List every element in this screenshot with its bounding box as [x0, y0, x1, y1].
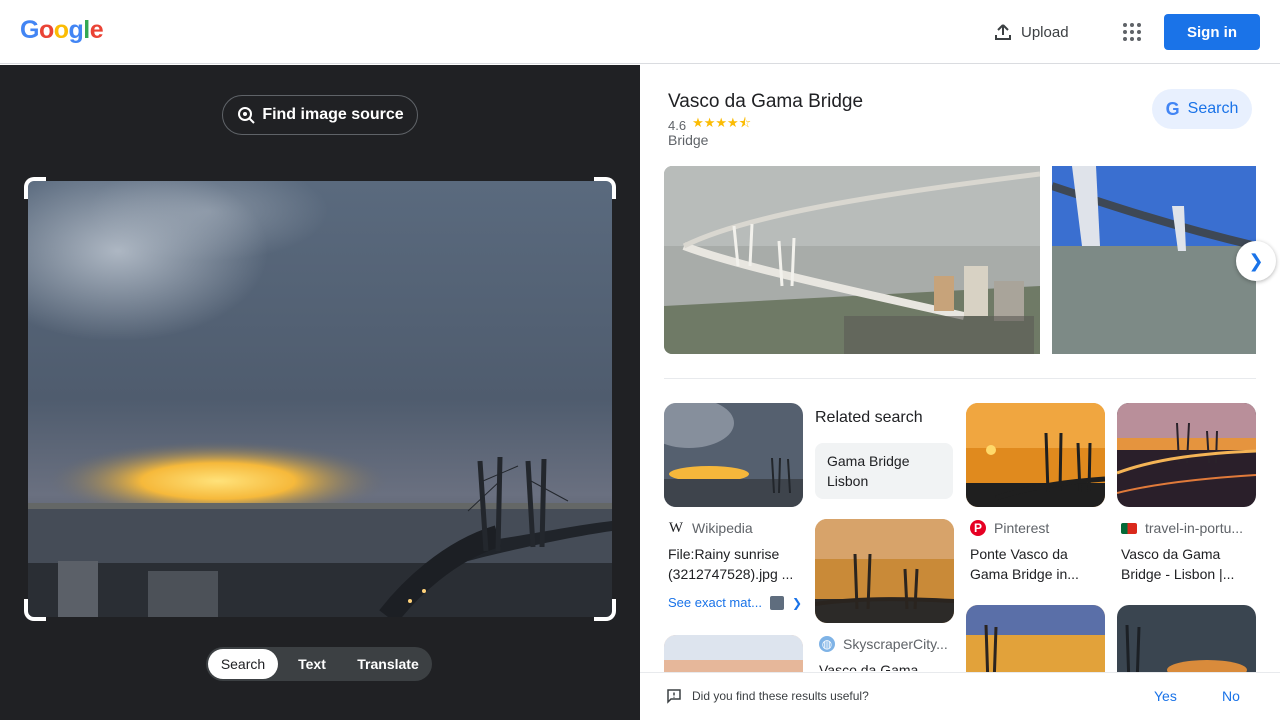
- google-search-button[interactable]: G Search: [1152, 89, 1252, 129]
- find-image-source-label: Find image source: [262, 106, 404, 123]
- lens-image-pane: Find image source Search Text Translate: [0, 65, 640, 720]
- next-images-button[interactable]: ❯: [1236, 241, 1276, 281]
- entity-title[interactable]: Vasco da Gama Bridge: [668, 91, 863, 113]
- result-caption-3[interactable]: Ponte Vasco da Gama Bridge in...: [970, 544, 1105, 584]
- result-image-3[interactable]: [966, 403, 1105, 507]
- google-search-label: Search: [1187, 100, 1239, 117]
- skyscrapercity-icon: ◍: [819, 636, 835, 652]
- feedback-yes-button[interactable]: Yes: [1154, 688, 1177, 704]
- sign-in-button[interactable]: Sign in: [1164, 14, 1260, 50]
- upload-label: Upload: [1021, 23, 1069, 41]
- result-source-name: SkyscraperCity...: [843, 636, 948, 652]
- crop-handle-top-left[interactable]: [24, 177, 46, 199]
- chevron-right-icon: ❯: [1248, 250, 1264, 271]
- portugal-flag-icon: [1121, 522, 1137, 534]
- related-search-title: Related search: [815, 409, 923, 426]
- lens-mode-switcher: Search Text Translate: [206, 647, 432, 681]
- result-source-3[interactable]: P Pinterest: [970, 520, 1100, 536]
- wikipedia-icon: W: [668, 520, 684, 536]
- see-exact-matches-label: See exact mat...: [668, 595, 762, 610]
- related-search-chip[interactable]: Gama Bridge Lisbon: [815, 443, 953, 499]
- entity-type: Bridge: [668, 132, 709, 148]
- entity-image-aerial[interactable]: [664, 166, 1040, 354]
- feedback-question: Did you find these results useful?: [666, 688, 869, 704]
- result-image-4[interactable]: [1117, 403, 1256, 507]
- result-source-name: travel-in-portu...: [1145, 520, 1244, 536]
- find-image-source-button[interactable]: Find image source: [222, 95, 418, 135]
- crop-selection[interactable]: [24, 177, 616, 621]
- pinterest-icon: P: [970, 520, 986, 536]
- google-g-icon: G: [1165, 98, 1180, 119]
- query-image: [28, 181, 612, 617]
- feedback-bar: Did you find these results useful? Yes N…: [640, 672, 1280, 720]
- feedback-icon: [667, 689, 681, 704]
- result-caption-1[interactable]: File:Rainy sunrise (3212747528).jpg ...: [668, 544, 803, 584]
- exact-match-thumbnail: [769, 595, 784, 610]
- mode-translate-tab[interactable]: Translate: [346, 649, 430, 679]
- google-logo[interactable]: Google: [20, 16, 104, 45]
- crop-handle-bottom-right[interactable]: [594, 599, 616, 621]
- result-source-2[interactable]: ◍ SkyscraperCity...: [819, 636, 954, 652]
- result-source-4[interactable]: travel-in-portu...: [1121, 520, 1256, 536]
- mode-search-tab[interactable]: Search: [208, 649, 278, 679]
- entity-image-water[interactable]: [1052, 166, 1256, 354]
- result-source-1[interactable]: W Wikipedia: [668, 520, 798, 536]
- upload-button[interactable]: Upload: [993, 20, 1069, 44]
- lens-search-icon: [238, 107, 256, 124]
- feedback-question-text: Did you find these results useful?: [692, 689, 869, 703]
- upload-icon: [995, 24, 1011, 40]
- result-image-2[interactable]: [815, 519, 954, 623]
- result-caption-4[interactable]: Vasco da Gama Bridge - Lisbon |...: [1121, 544, 1256, 584]
- top-bar: Google Upload Sign in: [0, 0, 1280, 64]
- mode-text-tab[interactable]: Text: [278, 649, 346, 679]
- apps-grid-icon[interactable]: [1120, 20, 1144, 44]
- feedback-no-button[interactable]: No: [1222, 688, 1240, 704]
- crop-handle-bottom-left[interactable]: [24, 599, 46, 621]
- section-divider: [664, 378, 1256, 379]
- chevron-right-icon: ❯: [791, 595, 802, 610]
- result-source-name: Wikipedia: [692, 520, 753, 536]
- crop-handle-top-right[interactable]: [594, 177, 616, 199]
- results-pane: Vasco da Gama Bridge 4.6 ★★★★⯪ Bridge G …: [640, 65, 1280, 720]
- see-exact-matches-link[interactable]: See exact mat... ❯: [668, 595, 802, 610]
- result-source-name: Pinterest: [994, 520, 1050, 536]
- result-caption-2[interactable]: Vasco da Gama ...: [819, 660, 954, 671]
- result-image-1[interactable]: [664, 403, 803, 507]
- rating-value: 4.6: [668, 117, 687, 133]
